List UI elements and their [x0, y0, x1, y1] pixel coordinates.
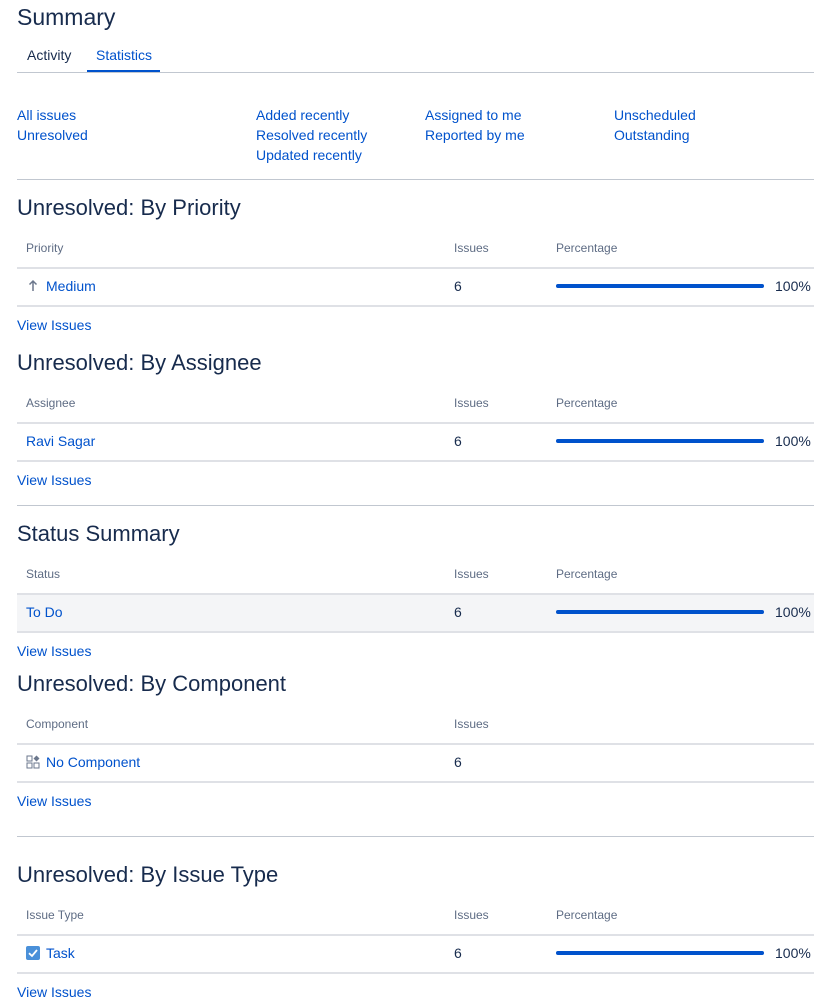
table-header: Priority Issues Percentage [17, 232, 814, 269]
column-header-percentage: Percentage [556, 396, 618, 410]
filter-updated-recently[interactable]: Updated recently [256, 145, 367, 165]
filter-all-issues[interactable]: All issues [17, 105, 88, 125]
percentage-value: 100% [775, 604, 811, 620]
column-header-percentage: Percentage [556, 908, 618, 922]
column-header-percentage: Percentage [556, 241, 618, 255]
column-header-issues: Issues [454, 396, 489, 410]
view-issues-priority-link[interactable]: View Issues [17, 317, 91, 333]
section-title-priority: Unresolved: By Priority [17, 195, 241, 220]
priority-medium-link[interactable]: Medium [46, 278, 96, 294]
column-header-component: Component [26, 717, 89, 731]
column-header-issue-type: Issue Type [26, 908, 84, 922]
column-header-issues: Issues [454, 908, 489, 922]
filter-links: All issues Unresolved Added recently Res… [17, 105, 814, 180]
table-header: Status Issues Percentage [17, 558, 814, 595]
tab-statistics[interactable]: Statistics [86, 47, 161, 72]
percentage-value: 100% [775, 945, 811, 961]
section-title-status: Status Summary [17, 521, 180, 546]
percentage-bar [556, 284, 764, 288]
tab-bar: Activity Statistics [17, 44, 814, 73]
percentage-bar [556, 439, 764, 443]
priority-table: Priority Issues Percentage Medium 6 100% [17, 232, 814, 307]
filter-reported-by-me[interactable]: Reported by me [425, 125, 525, 145]
section-title-component: Unresolved: By Component [17, 671, 287, 696]
percentage-bar [556, 610, 764, 614]
section-title-issue-type: Unresolved: By Issue Type [17, 862, 279, 887]
assignee-link[interactable]: Ravi Sagar [26, 433, 95, 449]
issue-count: 6 [454, 945, 462, 961]
status-todo-link[interactable]: To Do [26, 604, 63, 620]
component-table: Component Issues No Component 6 [17, 708, 814, 783]
table-row: To Do 6 100% [17, 595, 814, 633]
page-title: Summary [17, 4, 116, 30]
table-row: No Component 6 [17, 745, 814, 783]
issue-count: 6 [454, 604, 462, 620]
filter-unscheduled[interactable]: Unscheduled [614, 105, 696, 125]
component-icon [26, 755, 40, 769]
task-checkbox-icon [26, 946, 40, 960]
status-table: Status Issues Percentage To Do 6 100% [17, 558, 814, 633]
section-divider [17, 505, 814, 506]
issue-count: 6 [454, 754, 462, 770]
table-row: Medium 6 100% [17, 269, 814, 307]
table-header: Component Issues [17, 708, 814, 745]
view-issues-issue-type-link[interactable]: View Issues [17, 984, 91, 1000]
issue-type-task-link[interactable]: Task [46, 945, 75, 961]
view-issues-assignee-link[interactable]: View Issues [17, 472, 91, 488]
percentage-value: 100% [775, 278, 811, 294]
no-component-link[interactable]: No Component [46, 754, 140, 770]
filter-resolved-recently[interactable]: Resolved recently [256, 125, 367, 145]
arrow-up-icon [28, 279, 38, 291]
assignee-table: Assignee Issues Percentage Ravi Sagar 6 … [17, 387, 814, 462]
issue-type-table: Issue Type Issues Percentage Task 6 100% [17, 899, 814, 974]
column-header-issues: Issues [454, 717, 489, 731]
table-row: Ravi Sagar 6 100% [17, 424, 814, 462]
column-header-issues: Issues [454, 241, 489, 255]
column-header-issues: Issues [454, 567, 489, 581]
tab-activity[interactable]: Activity [27, 47, 71, 71]
column-header-percentage: Percentage [556, 567, 618, 581]
filter-added-recently[interactable]: Added recently [256, 105, 367, 125]
column-header-status: Status [26, 567, 61, 581]
percentage-bar [556, 951, 764, 955]
table-row: Task 6 100% [17, 936, 814, 974]
section-title-assignee: Unresolved: By Assignee [17, 350, 262, 375]
filter-outstanding[interactable]: Outstanding [614, 125, 696, 145]
percentage-value: 100% [775, 433, 811, 449]
issue-count: 6 [454, 433, 462, 449]
filter-assigned-to-me[interactable]: Assigned to me [425, 105, 525, 125]
filter-unresolved[interactable]: Unresolved [17, 125, 88, 145]
column-header-priority: Priority [26, 241, 64, 255]
column-header-assignee: Assignee [26, 396, 76, 410]
view-issues-component-link[interactable]: View Issues [17, 793, 91, 809]
view-issues-status-link[interactable]: View Issues [17, 643, 91, 659]
table-header: Issue Type Issues Percentage [17, 899, 814, 936]
table-header: Assignee Issues Percentage [17, 387, 814, 424]
issue-count: 6 [454, 278, 462, 294]
section-divider [17, 836, 814, 837]
